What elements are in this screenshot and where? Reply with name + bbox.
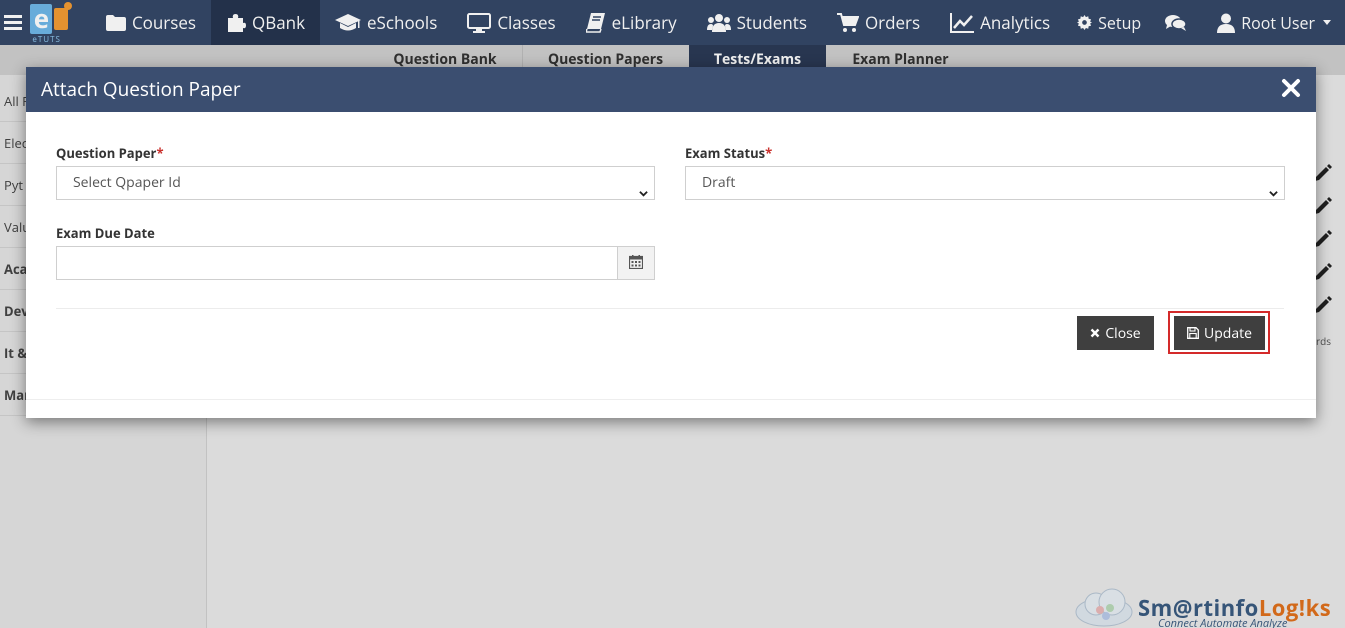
required-marker: *	[156, 144, 164, 162]
exam-status-select[interactable]: Draft	[685, 166, 1285, 200]
question-paper-label: Question Paper*	[56, 144, 164, 162]
modal-header: Attach Question Paper	[26, 67, 1316, 112]
attach-question-paper-modal: Attach Question Paper Question Paper* Se…	[26, 67, 1316, 418]
update-button[interactable]: Update	[1174, 316, 1265, 350]
question-paper-select[interactable]: Select Qpaper Id	[56, 166, 655, 200]
calendar-icon	[628, 252, 644, 274]
modal-title: Attach Question Paper	[41, 76, 241, 102]
close-icon[interactable]	[1280, 77, 1302, 99]
chevron-down-icon	[639, 178, 648, 197]
modal-divider	[56, 308, 1284, 309]
required-marker: *	[765, 144, 773, 162]
exam-due-date-label: Exam Due Date	[56, 224, 155, 242]
close-button[interactable]: Close	[1077, 316, 1154, 350]
exam-status-select-value: Draft	[702, 173, 736, 192]
calendar-button[interactable]	[617, 246, 655, 280]
times-icon	[1090, 328, 1100, 338]
question-paper-select-value: Select Qpaper Id	[73, 173, 181, 192]
save-icon	[1187, 327, 1199, 339]
exam-status-label: Exam Status*	[685, 144, 773, 162]
exam-due-date-input[interactable]	[56, 246, 618, 280]
close-button-label: Close	[1105, 323, 1141, 343]
chevron-down-icon	[1269, 178, 1278, 197]
modal-footer-divider	[26, 399, 1316, 400]
update-button-label: Update	[1204, 323, 1252, 343]
